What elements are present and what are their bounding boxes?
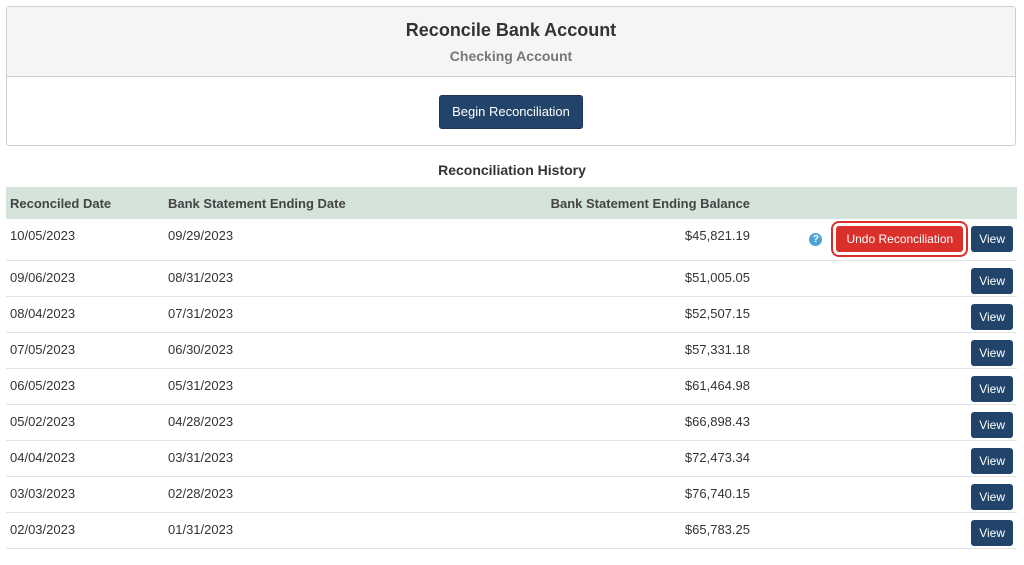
table-row: 04/04/2023 03/31/2023 $72,473.34 View xyxy=(6,440,1017,476)
table-row: 09/06/2023 08/31/2023 $51,005.05 View xyxy=(6,260,1017,296)
reconciled-date-cell: 03/03/2023 xyxy=(10,485,76,501)
view-button[interactable]: View xyxy=(971,375,1013,402)
statement-ending-balance-cell: $52,507.15 xyxy=(684,305,750,321)
view-button[interactable]: View xyxy=(971,267,1013,294)
view-button[interactable]: View xyxy=(971,411,1013,438)
undo-reconciliation-button[interactable]: Undo Reconciliation xyxy=(831,221,969,257)
reconciled-date-cell: 02/03/2023 xyxy=(10,521,76,537)
actions-cell: View xyxy=(754,440,1017,476)
column-statement-ending-date: Bank Statement Ending Date xyxy=(168,195,346,211)
view-button[interactable]: View xyxy=(971,226,1013,252)
statement-ending-date-cell: 03/31/2023 xyxy=(168,449,234,465)
reconciled-date-cell: 07/05/2023 xyxy=(10,341,76,357)
table-row: 07/05/2023 06/30/2023 $57,331.18 View xyxy=(6,332,1017,368)
statement-ending-balance-cell: $76,740.15 xyxy=(684,485,750,501)
statement-ending-date-cell: 02/28/2023 xyxy=(168,485,234,501)
statement-ending-balance-cell: $51,005.05 xyxy=(684,269,750,285)
actions-cell: View xyxy=(754,476,1017,512)
table-row: 10/05/2023 09/29/2023 $45,821.19? Undo Reco… xyxy=(6,219,1017,260)
reconciled-date-cell: 08/04/2023 xyxy=(10,305,76,321)
reconciled-date-cell: 05/02/2023 xyxy=(10,413,76,429)
statement-ending-date-cell: 09/29/2023 xyxy=(168,228,234,243)
view-button[interactable]: View xyxy=(971,483,1013,510)
actions-cell: View xyxy=(754,260,1017,296)
statement-ending-date-cell: 08/31/2023 xyxy=(168,269,234,285)
column-reconciled-date: Reconciled Date xyxy=(10,195,112,211)
actions-cell: View xyxy=(754,296,1017,332)
table-row: 08/04/2023 07/31/2023 $52,507.15 View xyxy=(6,296,1017,332)
view-button[interactable]: View xyxy=(971,339,1013,366)
table-row: 03/03/2023 02/28/2023 $76,740.15 View xyxy=(6,476,1017,512)
view-button[interactable]: View xyxy=(971,303,1013,330)
statement-ending-balance-cell: $65,783.25 xyxy=(684,521,750,537)
statement-ending-balance-cell: $57,331.18 xyxy=(684,341,750,357)
statement-ending-date-cell: 05/31/2023 xyxy=(168,377,234,393)
panel-header: Reconcile Bank Account Checking Account xyxy=(7,7,1015,77)
table-row: 06/05/2023 05/31/2023 $61,464.98 View xyxy=(6,368,1017,404)
actions-cell: View xyxy=(754,368,1017,404)
table-row: 05/02/2023 04/28/2023 $66,898.43 View xyxy=(6,404,1017,440)
help-icon[interactable]: ? xyxy=(809,233,823,247)
account-subtitle: Checking Account xyxy=(449,48,573,64)
reconciled-date-cell: 09/06/2023 xyxy=(10,269,76,285)
table-header-row: Reconciled Date Bank Statement Ending Da… xyxy=(6,187,1017,219)
reconciled-date-cell: 10/05/2023 xyxy=(10,228,76,243)
actions-cell: View xyxy=(754,512,1017,548)
panel-body: Begin Reconciliation xyxy=(7,77,1015,129)
actions-cell: View xyxy=(754,404,1017,440)
page-title: Reconcile Bank Account xyxy=(405,20,617,40)
column-actions xyxy=(754,187,1017,219)
reconcile-panel: Reconcile Bank Account Checking Account … xyxy=(6,6,1016,146)
column-statement-ending-balance: Bank Statement Ending Balance xyxy=(550,195,750,211)
view-button[interactable]: View xyxy=(971,519,1013,546)
statement-ending-balance-cell: $45,821.19 xyxy=(684,228,750,243)
actions-cell: ? Undo Reconciliation View xyxy=(754,219,1017,260)
statement-ending-balance-cell: $61,464.98 xyxy=(684,377,750,393)
history-title: Reconciliation History xyxy=(438,162,586,178)
begin-reconciliation-button[interactable]: Begin Reconciliation xyxy=(439,95,583,129)
reconciled-date-cell: 06/05/2023 xyxy=(10,377,76,393)
statement-ending-date-cell: 06/30/2023 xyxy=(168,341,234,357)
view-button[interactable]: View xyxy=(971,447,1013,474)
statement-ending-date-cell: 04/28/2023 xyxy=(168,413,234,429)
reconciled-date-cell: 04/04/2023 xyxy=(10,449,76,465)
statement-ending-date-cell: 01/31/2023 xyxy=(168,521,234,537)
reconciliation-history-table: Reconciled Date Bank Statement Ending Da… xyxy=(6,187,1017,549)
statement-ending-balance-cell: $66,898.43 xyxy=(684,413,750,429)
statement-ending-date-cell: 07/31/2023 xyxy=(168,305,234,321)
actions-cell: View xyxy=(754,332,1017,368)
statement-ending-balance-cell: $72,473.34 xyxy=(684,449,750,465)
table-body: 10/05/2023 09/29/2023 $45,821.19? Undo Reco… xyxy=(6,219,1017,548)
table-row: 02/03/2023 01/31/2023 $65,783.25 View xyxy=(6,512,1017,548)
